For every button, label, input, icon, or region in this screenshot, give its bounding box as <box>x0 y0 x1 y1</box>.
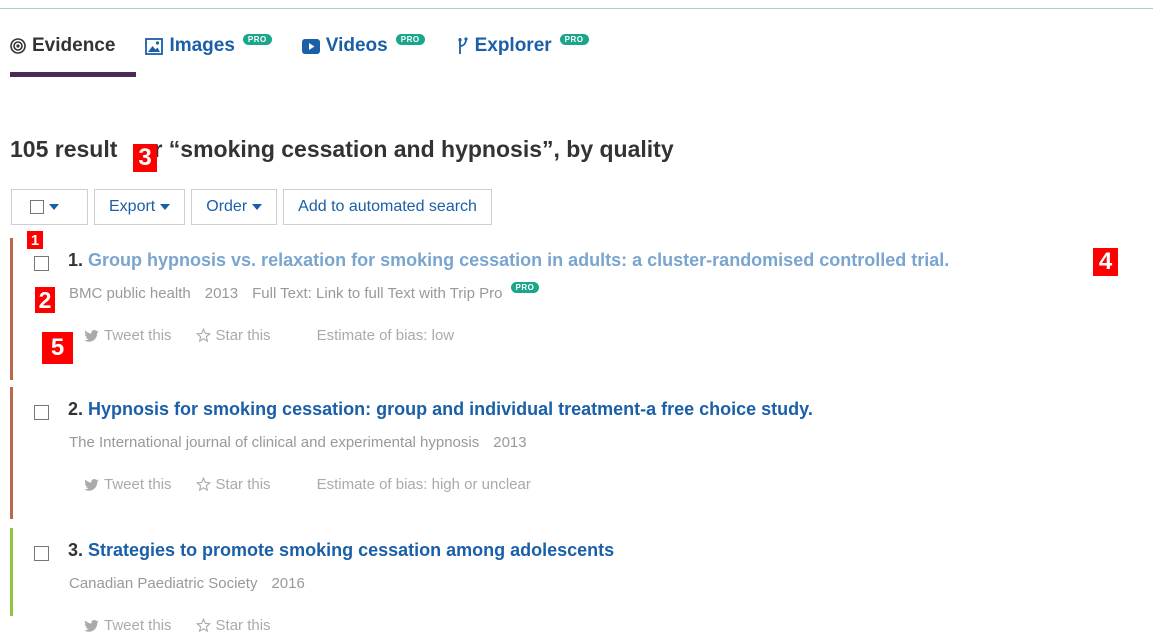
result-title-link[interactable]: Group hypnosis vs. relaxation for smokin… <box>88 250 949 270</box>
twitter-icon <box>84 329 99 342</box>
bias-estimate: Estimate of bias: low <box>316 327 455 344</box>
result-source: The International journal of clinical an… <box>69 434 480 451</box>
tab-images[interactable]: Images PRO <box>145 33 272 57</box>
pro-badge: PRO <box>395 33 425 45</box>
result-checkbox[interactable] <box>34 256 49 271</box>
order-button[interactable]: Order <box>191 189 278 225</box>
results-heading-part2: or “smoking cessation and hypnosis”, by … <box>139 136 674 162</box>
star-icon <box>195 328 211 343</box>
marker-5: 5 <box>42 332 73 364</box>
marker-3: 3 <box>133 144 157 172</box>
result-meta: The International journal of clinical an… <box>69 434 541 451</box>
bias-estimate: Estimate of bias: high or unclear <box>316 476 531 493</box>
result-year: 2013 <box>493 434 527 451</box>
star-label: Star this <box>215 617 271 634</box>
video-icon <box>301 38 320 54</box>
result-title: 1. Group hypnosis vs. relaxation for smo… <box>68 250 949 271</box>
target-icon <box>10 38 26 54</box>
tab-explorer-label: Explorer <box>474 35 552 56</box>
result-item: 2. Hypnosis for smoking cessation: group… <box>10 387 1140 519</box>
chevron-down-icon <box>252 204 263 210</box>
tab-explorer[interactable]: Explorer PRO <box>455 33 589 57</box>
result-meta: BMC public health 2013 Full Text: Link t… <box>69 282 553 302</box>
tweet-label: Tweet this <box>104 617 172 634</box>
result-title: 3. Strategies to promote smoking cessati… <box>68 540 614 561</box>
result-number: 1. <box>68 250 84 270</box>
select-all-checkbox[interactable] <box>30 200 44 214</box>
select-all-dropdown[interactable] <box>11 189 88 225</box>
pro-badge: PRO <box>510 282 540 293</box>
result-year: 2013 <box>204 285 239 302</box>
tab-evidence-label: Evidence <box>32 35 116 56</box>
results-heading: 105 result or “smoking cessation and hypn… <box>10 136 674 163</box>
tab-videos-label: Videos <box>325 35 388 56</box>
image-icon <box>145 37 164 55</box>
tweet-label: Tweet this <box>104 327 172 344</box>
star-label: Star this <box>215 476 271 493</box>
add-to-automated-search-button[interactable]: Add to automated search <box>283 189 492 225</box>
result-item: 1. Group hypnosis vs. relaxation for smo… <box>10 238 1140 380</box>
result-actions: Tweet this Star this Estimate of bias: h… <box>84 476 531 493</box>
result-actions: Tweet this Star this Estimate of bias: l… <box>84 327 454 344</box>
star-icon <box>195 618 211 633</box>
marker-2: 2 <box>35 287 55 313</box>
star-button[interactable]: Star this <box>195 476 271 493</box>
result-title-link[interactable]: Hypnosis for smoking cessation: group an… <box>88 399 813 419</box>
tweet-button[interactable]: Tweet this <box>84 476 172 493</box>
result-checkbox[interactable] <box>34 546 49 561</box>
result-checkbox[interactable] <box>34 405 49 420</box>
chevron-down-icon <box>49 204 59 210</box>
tweet-button[interactable]: Tweet this <box>84 617 172 634</box>
twitter-icon <box>84 619 99 632</box>
result-item: 3. Strategies to promote smoking cessati… <box>10 528 1140 634</box>
automated-label: Add to automated search <box>298 198 477 215</box>
twitter-icon <box>84 478 99 491</box>
results-toolbar: Export Order Add to automated search <box>11 189 498 225</box>
result-actions: Tweet this Star this <box>84 617 295 634</box>
active-tab-indicator <box>10 72 136 77</box>
tab-evidence[interactable]: Evidence <box>10 35 115 57</box>
star-label: Star this <box>215 327 271 344</box>
pro-badge: PRO <box>242 33 272 45</box>
results-heading-part1: 105 result <box>10 136 118 162</box>
export-label: Export <box>109 198 156 215</box>
result-number: 3. <box>68 540 84 560</box>
explorer-icon <box>457 37 468 54</box>
tab-videos[interactable]: Videos PRO <box>301 33 425 57</box>
tweet-label: Tweet this <box>104 476 172 493</box>
result-title-link[interactable]: Strategies to promote smoking cessation … <box>88 540 614 560</box>
star-button[interactable]: Star this <box>195 327 271 344</box>
chevron-down-icon <box>160 204 171 210</box>
pro-badge: PRO <box>559 33 589 45</box>
order-label: Order <box>206 198 248 215</box>
result-meta: Canadian Paediatric Society 2016 <box>69 575 319 592</box>
search-type-tabs: Evidence Images PRO Videos PRO Explorer … <box>10 33 619 58</box>
result-source: Canadian Paediatric Society <box>69 575 258 592</box>
tweet-button[interactable]: Tweet this <box>84 327 172 344</box>
top-divider <box>0 8 1153 9</box>
export-button[interactable]: Export <box>94 189 186 225</box>
result-number: 2. <box>68 399 84 419</box>
result-year: 2016 <box>271 575 305 592</box>
result-source: BMC public health <box>69 285 191 302</box>
quality-bar <box>10 238 13 380</box>
marker-4: 4 <box>1093 248 1118 276</box>
quality-bar <box>10 528 13 616</box>
star-icon <box>195 477 211 492</box>
quality-bar <box>10 387 13 519</box>
star-button[interactable]: Star this <box>195 617 271 634</box>
marker-1: 1 <box>27 231 43 249</box>
result-title: 2. Hypnosis for smoking cessation: group… <box>68 399 813 420</box>
full-text-link[interactable]: Full Text: Link to full Text with Trip P… <box>252 285 502 302</box>
tab-images-label: Images <box>169 35 235 56</box>
